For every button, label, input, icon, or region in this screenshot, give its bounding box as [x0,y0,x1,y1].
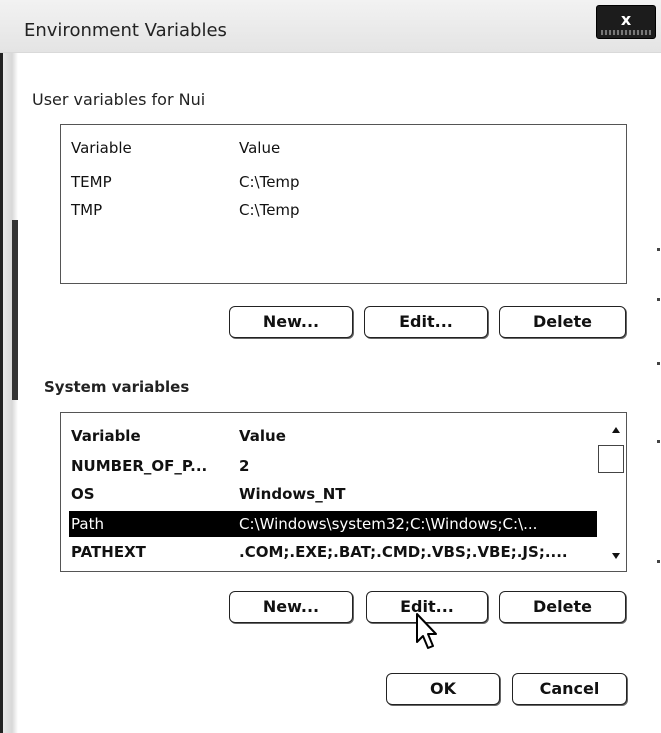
user-edit-button[interactable]: Edit... [364,306,488,338]
variable-value: C:\Temp [239,173,300,191]
list-header: Variable Value [61,135,626,161]
user-variables-list[interactable]: Variable Value TEMP C:\Temp TMP C:\Temp [60,124,627,284]
system-variables-label: System variables [44,378,190,396]
user-new-button[interactable]: New... [229,306,353,338]
table-row[interactable]: TEMP C:\Temp [61,169,626,195]
table-row[interactable]: PATHEXT .COM;.EXE;.BAT;.CMD;.VBS;.VBE;.J… [61,539,599,565]
table-row[interactable]: OS Windows_NT [61,481,599,507]
variable-name: NUMBER_OF_P... [71,457,208,475]
column-header-variable[interactable]: Variable [71,423,141,449]
column-header-value[interactable]: Value [239,423,286,449]
edge-mark [657,560,660,563]
table-row-selected[interactable]: Path C:\Windows\system32;C:\Windows;C:\.… [69,511,597,537]
edge-mark [657,248,660,251]
system-variables-list[interactable]: Variable Value NUMBER_OF_P... 2 OS Windo… [60,412,627,572]
variable-name: Path [71,515,104,533]
edge-mark [657,298,660,301]
edge-mark [657,362,660,365]
variable-name: TMP [71,201,103,219]
variable-name: OS [71,485,95,503]
window-left-shadow [12,220,18,400]
mouse-pointer-icon [416,613,437,649]
table-row[interactable]: TMP C:\Temp [61,197,626,223]
variable-value: C:\Windows\system32;C:\Windows;C:\... [239,515,538,533]
close-icon: x [620,10,632,29]
scroll-down-arrow-icon[interactable] [612,553,620,559]
variable-value: 2 [239,457,250,475]
cancel-button[interactable]: Cancel [512,673,627,705]
close-button-strip [601,30,651,35]
scrollbar-thumb[interactable] [598,445,624,473]
window-title: Environment Variables [24,20,227,41]
table-row[interactable]: NUMBER_OF_P... 2 [61,453,599,479]
close-button[interactable]: x [596,5,656,39]
system-delete-button[interactable]: Delete [499,591,626,623]
column-header-variable[interactable]: Variable [71,135,132,161]
edge-mark [657,440,660,443]
user-delete-button[interactable]: Delete [499,306,626,338]
variable-value: C:\Temp [239,201,300,219]
list-header: Variable Value [61,423,626,449]
ok-button[interactable]: OK [386,673,500,705]
user-variables-label: User variables for Nui [32,90,206,109]
column-header-value[interactable]: Value [239,135,280,161]
title-bar[interactable]: Environment Variables x [0,0,661,53]
variable-value: .COM;.EXE;.BAT;.CMD;.VBS;.VBE;.JS;.... [239,543,568,561]
variable-value: Windows_NT [239,485,346,503]
system-new-button[interactable]: New... [229,591,353,623]
variable-name: TEMP [71,173,112,191]
variable-name: PATHEXT [71,543,146,561]
scroll-up-arrow-icon[interactable] [612,427,620,433]
